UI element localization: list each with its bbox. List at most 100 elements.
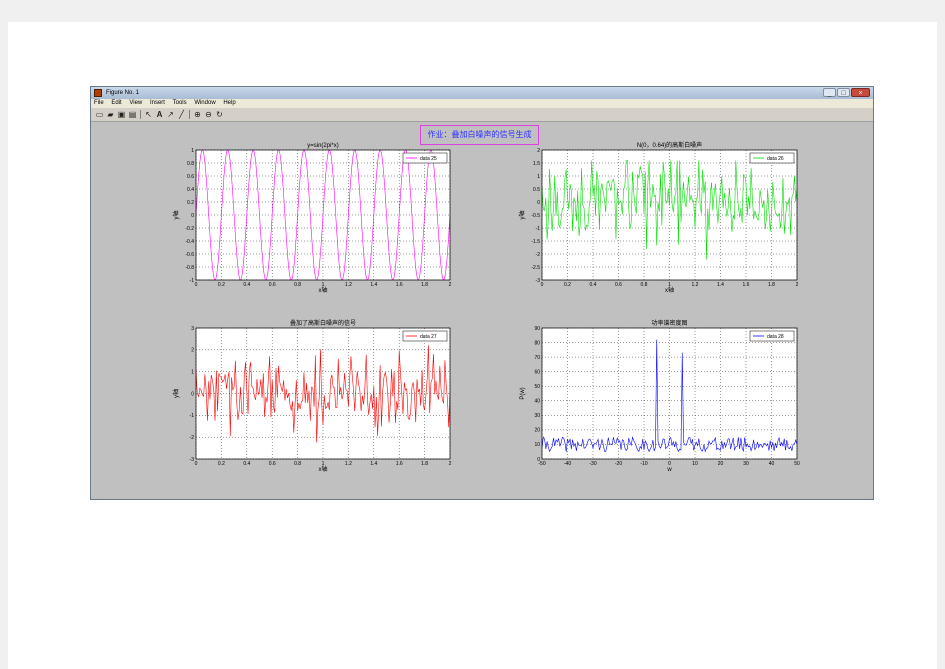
x-tick-label: 1.4: [370, 461, 377, 467]
y-tick-label: 60: [534, 369, 540, 375]
y-tick-label: -3: [190, 457, 195, 463]
y-tick-label: 70: [534, 355, 540, 361]
x-tick-label: -30: [589, 461, 596, 467]
y-axis-label: y轴: [172, 210, 180, 219]
y-tick-label: 1.5: [533, 161, 540, 167]
x-tick-label: 50: [794, 461, 800, 467]
chart-3: 0 0.2 0.4 0.6 0.8 1 1.2 1.4 1.6 1.8 2-3-2-10123叠加了…: [172, 319, 452, 473]
y-tick-label: 1: [191, 369, 194, 375]
x-tick-label: 0: [195, 461, 198, 467]
x-tick-label: 1.8: [421, 461, 428, 467]
x-tick-label: -20: [615, 461, 622, 467]
x-tick-label: 1.2: [345, 282, 352, 288]
x-axis-label: x轴: [318, 465, 327, 473]
chart-4: -50 -40 -30 -20 -10 0 10 20 30 40 5001020304050607…: [520, 319, 800, 473]
x-tick-label: 1.6: [396, 461, 403, 467]
x-tick-label: 40: [769, 461, 775, 467]
y-tick-label: 0.8: [187, 161, 194, 167]
x-tick-label: 2: [449, 282, 452, 288]
x-tick-label: 1.6: [743, 282, 750, 288]
x-tick-label: 0.8: [294, 282, 301, 288]
y-tick-label: -1: [536, 226, 541, 232]
y-tick-label: 90: [534, 326, 540, 332]
x-tick-label: -40: [564, 461, 571, 467]
figure-window: Figure No. 1 _ □ × File Edit View Insert…: [90, 86, 874, 500]
plots-canvas: 0 0.2 0.4 0.6 0.8 1 1.2 1.4 1.6 1.8 2 -1 -0.8 -0.6 -0.…: [172, 141, 800, 473]
y-tick-label: 3: [191, 326, 194, 332]
y-tick-label: 30: [534, 413, 540, 419]
x-axis-label: x轴: [665, 286, 674, 294]
chart-title: 功率谱密度图: [651, 319, 687, 327]
x-tick-label: 1.4: [370, 282, 377, 288]
x-tick-label: 0.2: [218, 282, 225, 288]
y-tick-label: 0: [191, 391, 194, 397]
y-tick-label: -1: [190, 413, 195, 419]
y-tick-label: 80: [534, 340, 540, 346]
x-tick-label: -10: [640, 461, 647, 467]
y-tick-label: -1.5: [531, 239, 540, 245]
x-tick-label: 0.8: [294, 461, 301, 467]
y-tick-label: 20: [534, 428, 540, 434]
y-tick-label: 2: [537, 148, 540, 154]
chart-title: y=sin(2pi*x): [307, 143, 339, 149]
chart-title: 叠加了高斯白噪声的信号: [290, 319, 356, 327]
x-tick-label: 0.2: [564, 282, 571, 288]
chart-2: 0 0.2 0.4 0.6 0.8 1 1.2 1.4 1.6 1.8 2 -3 -2.5 -2 -1.5 -…: [518, 141, 799, 294]
x-tick-label: 1.2: [345, 461, 352, 467]
x-tick-label: 20: [718, 461, 724, 467]
x-tick-label: 0.8: [641, 282, 648, 288]
y-tick-label: 40: [534, 399, 540, 405]
y-axis-label: y轴: [172, 389, 180, 398]
y-tick-label: 50: [534, 384, 540, 390]
x-tick-label: 0.4: [590, 282, 597, 288]
x-tick-label: 1.8: [421, 282, 428, 288]
y-tick-label: -0.8: [185, 265, 194, 271]
x-tick-label: 2: [796, 282, 799, 288]
y-tick-label: 0: [537, 200, 540, 206]
y-tick-label: -0.4: [185, 239, 194, 245]
y-tick-label: -0.5: [531, 213, 540, 219]
y-tick-label: 10: [534, 442, 540, 448]
y-tick-label: 0: [191, 213, 194, 219]
y-tick-label: -3: [536, 278, 541, 284]
y-tick-label: 0.6: [187, 174, 194, 180]
x-tick-label: 2: [449, 461, 452, 467]
x-tick-label: 0: [195, 282, 198, 288]
x-tick-label: 0.6: [269, 282, 276, 288]
y-tick-label: -0.2: [185, 226, 194, 232]
y-tick-label: 0: [537, 457, 540, 463]
y-tick-label: 1: [537, 174, 540, 180]
x-tick-label: 10: [692, 461, 698, 467]
x-axis-label: x轴: [318, 286, 327, 294]
x-tick-label: 0.6: [615, 282, 622, 288]
x-tick-label: 1.6: [396, 282, 403, 288]
x-tick-label: 30: [743, 461, 749, 467]
y-tick-label: 0.5: [533, 187, 540, 193]
y-tick-label: 0.2: [187, 200, 194, 206]
y-tick-label: -1: [190, 278, 195, 284]
x-tick-label: 1.8: [768, 282, 775, 288]
y-tick-label: 0.4: [187, 187, 194, 193]
x-tick-label: 0: [541, 282, 544, 288]
x-tick-label: 1.2: [692, 282, 699, 288]
y-axis-label: y轴: [518, 210, 526, 219]
legend-label: data 28: [767, 334, 784, 340]
y-tick-label: -2: [536, 252, 541, 258]
legend-label: data 27: [420, 334, 437, 340]
y-tick-label: 1: [191, 148, 194, 154]
y-tick-label: 2: [191, 348, 194, 354]
legend-label: data 26: [767, 156, 784, 162]
x-tick-label: 0.4: [243, 461, 250, 467]
x-axis-label: w: [666, 467, 672, 473]
y-tick-label: -2: [190, 435, 195, 441]
x-tick-label: 0.4: [243, 282, 250, 288]
chart-1: 0 0.2 0.4 0.6 0.8 1 1.2 1.4 1.6 1.8 2 -1 -0.8 -0.6 -0.…: [172, 143, 452, 294]
x-tick-label: 1.4: [717, 282, 724, 288]
y-tick-label: -2.5: [531, 265, 540, 271]
x-tick-label: 0.2: [218, 461, 225, 467]
chart-title: N(0，0.64)的高斯白噪声: [637, 141, 702, 149]
legend-label: data 25: [420, 156, 437, 162]
y-tick-label: -0.6: [185, 252, 194, 258]
y-axis-label: P(w): [520, 387, 526, 399]
x-tick-label: 0.6: [269, 461, 276, 467]
